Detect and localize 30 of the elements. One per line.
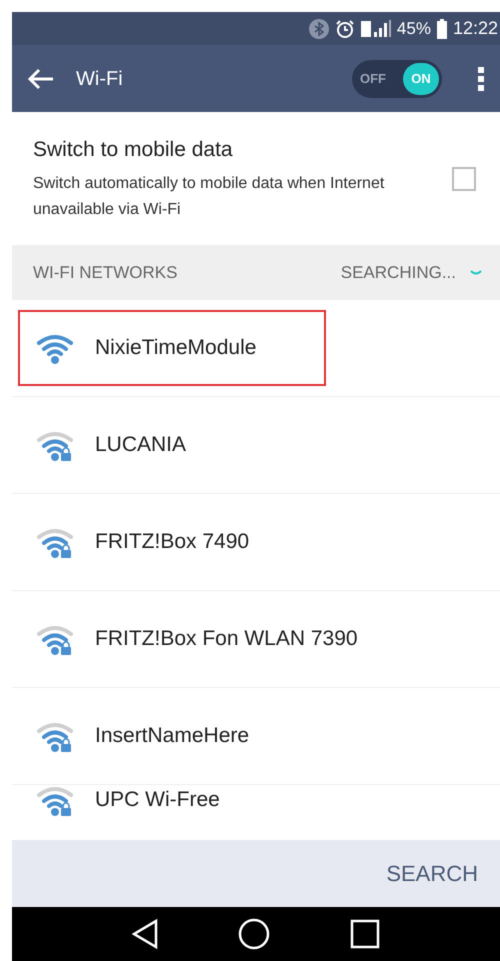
more-options-icon[interactable] <box>478 66 484 90</box>
alarm-clock-icon <box>334 18 355 38</box>
section-title: WI-FI NETWORKS <box>33 262 178 284</box>
network-row[interactable]: FRITZ!Box Fon WLAN 7390 <box>18 601 372 677</box>
battery-percent: 45% <box>396 18 431 40</box>
battery-icon <box>436 18 447 38</box>
recents-square-icon[interactable] <box>350 919 380 949</box>
network-name: FRITZ!Box Fon WLAN 7390 <box>95 626 358 652</box>
network-row[interactable]: LUCANIA <box>18 407 326 483</box>
network-name: NixieTimeModule <box>95 335 256 362</box>
back-arrow-icon[interactable] <box>28 68 54 90</box>
setting-description: Switch automatically to mobile data when Internet unavailable via Wi-Fi <box>33 174 386 220</box>
network-name: UPC Wi-Free <box>95 787 220 814</box>
back-triangle-icon[interactable] <box>132 919 158 949</box>
spinner-icon <box>470 270 482 275</box>
network-name: LUCANIA <box>95 432 186 458</box>
network-row[interactable]: FRITZ!Box 7490 <box>18 504 326 580</box>
screen-title: Wi-Fi <box>76 66 123 92</box>
network-name: FRITZ!Box 7490 <box>95 529 250 556</box>
home-circle-icon[interactable] <box>238 918 270 950</box>
clock-time: 12:22 <box>452 17 498 40</box>
network-name: InsertNameHere <box>95 723 250 750</box>
bluetooth-icon <box>308 18 329 38</box>
searching-status: SEARCHING... <box>340 262 456 284</box>
mobile-data-checkbox[interactable] <box>452 166 476 190</box>
search-button[interactable]: SEARCH <box>386 857 478 890</box>
wifi-toggle[interactable]: OFF ON <box>352 60 442 98</box>
network-row[interactable]: NixieTimeModule <box>18 310 326 386</box>
setting-title: Switch to mobile data <box>33 136 234 163</box>
signal-icon <box>360 18 391 38</box>
